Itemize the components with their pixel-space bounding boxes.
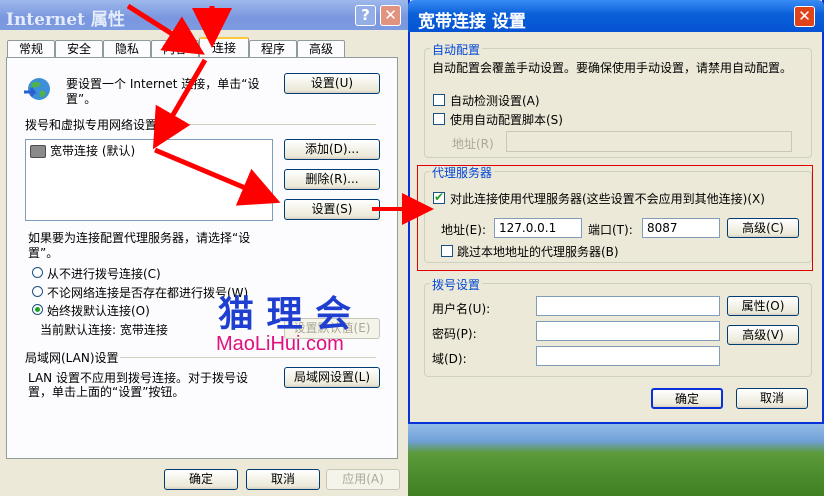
- dialup-label: 拨号设置: [430, 276, 483, 293]
- divider: [160, 124, 376, 125]
- auto-config-description: 自动配置会覆盖手动设置。要确保使用手动设置，请禁用自动配置。: [432, 61, 793, 75]
- internet-properties-window: Internet 属性 ? ✕ 常规 安全 隐私 内容 连接 程序 高级 要设置…: [0, 0, 408, 496]
- cancel-button[interactable]: 取消: [736, 388, 808, 409]
- lan-text: 置，单击上面的“设置”按钮。: [28, 385, 185, 399]
- lan-section-label: 局域网(LAN)设置: [25, 351, 119, 365]
- password-label: 密码(P):: [432, 327, 477, 341]
- help-button[interactable]: ?: [355, 5, 376, 26]
- domain-field[interactable]: [536, 346, 720, 366]
- network-connection-icon: [30, 145, 46, 158]
- tab-advanced[interactable]: 高级: [297, 40, 345, 57]
- setup-button[interactable]: 设置(U): [284, 73, 380, 94]
- tab-security[interactable]: 安全: [55, 40, 103, 57]
- title-bar: Internet 属性 ? ✕: [0, 0, 408, 30]
- add-button[interactable]: 添加(D)...: [284, 139, 380, 160]
- title-bar: 宽带连接 设置 ✕: [408, 0, 824, 32]
- properties-button[interactable]: 属性(O): [727, 296, 799, 316]
- ok-button[interactable]: 确定: [651, 388, 723, 409]
- auto-address-label: 地址(R): [452, 137, 494, 151]
- lan-settings-button[interactable]: 局域网设置(L): [284, 367, 380, 388]
- cancel-button[interactable]: 取消: [246, 469, 320, 490]
- auto-address-field[interactable]: [506, 131, 792, 152]
- auto-detect-checkbox[interactable]: [433, 94, 445, 106]
- proxy-hint: 如果要为连接配置代理服务器，请选择“设置”。: [28, 231, 251, 260]
- radio-never-dial[interactable]: [32, 267, 43, 278]
- highlight-box: [417, 165, 813, 271]
- tab-content[interactable]: 内容: [151, 40, 199, 57]
- username-field[interactable]: [536, 296, 720, 316]
- close-button[interactable]: ✕: [380, 5, 401, 26]
- apply-button[interactable]: 应用(A): [326, 469, 400, 490]
- auto-detect-label: 自动检测设置(A): [450, 94, 540, 108]
- dialup-advanced-button[interactable]: 高级(V): [727, 325, 799, 345]
- current-default-label: 当前默认连接: 宽带连接: [40, 323, 168, 337]
- watermark-cn: 猫 理 会: [218, 294, 352, 335]
- radio-always-dial-default[interactable]: [32, 304, 43, 315]
- auto-script-label: 使用自动配置脚本(S): [450, 113, 563, 127]
- desktop-background: [408, 418, 824, 496]
- connections-list[interactable]: 宽带连接 (默认): [25, 139, 273, 221]
- radio-label: 从不进行拨号连接(C): [47, 267, 161, 281]
- ok-button[interactable]: 确定: [164, 469, 238, 490]
- globe-icon: [22, 74, 54, 106]
- window-title: Internet 属性: [6, 10, 125, 30]
- close-button[interactable]: ✕: [794, 6, 815, 27]
- window-title: 宽带连接 设置: [418, 12, 526, 32]
- tab-connections[interactable]: 连接: [199, 37, 249, 58]
- remove-button[interactable]: 删除(R)...: [284, 169, 380, 190]
- dialup-section-label: 拨号和虚拟专用网络设置: [25, 118, 158, 132]
- tab-privacy[interactable]: 隐私: [103, 40, 151, 57]
- setup-text: 要设置一个 Internet 连接，单击“设置”。: [66, 77, 260, 106]
- connection-label: 宽带连接 (默认): [50, 144, 136, 158]
- radio-dot: [35, 307, 40, 312]
- list-item[interactable]: 宽带连接 (默认): [30, 142, 135, 158]
- tab-general[interactable]: 常规: [7, 40, 55, 57]
- auto-script-checkbox[interactable]: [433, 113, 445, 125]
- username-label: 用户名(U):: [432, 302, 491, 316]
- auto-config-label: 自动配置: [430, 41, 483, 58]
- settings-button[interactable]: 设置(S): [284, 199, 380, 220]
- domain-label: 域(D):: [432, 352, 467, 366]
- radio-label: 始终拨默认连接(O): [47, 304, 150, 318]
- divider: [120, 357, 376, 358]
- password-field[interactable]: [536, 321, 720, 341]
- tab-programs[interactable]: 程序: [249, 40, 297, 57]
- radio-dial-whenever[interactable]: [32, 286, 43, 297]
- watermark-en: MaoLiHui.com: [216, 333, 344, 355]
